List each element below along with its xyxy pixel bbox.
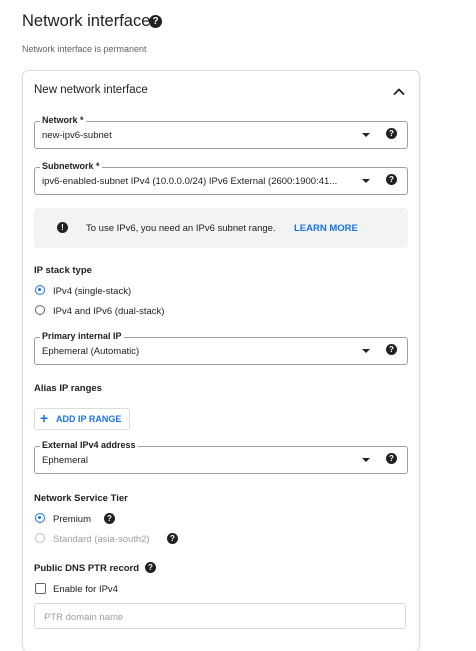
- ip-stack-heading: IP stack type: [34, 265, 92, 276]
- plus-icon: +: [40, 410, 49, 426]
- help-icon[interactable]: ?: [386, 128, 397, 139]
- external-ipv4-value: Ephemeral: [42, 455, 88, 466]
- enable-ipv4-checkbox[interactable]: [35, 583, 46, 594]
- add-ip-range-label: ADD IP RANGE: [56, 414, 122, 424]
- page-title: Network interfaces: [22, 12, 159, 30]
- dns-heading: Public DNS PTR record: [34, 563, 140, 574]
- info-icon: !: [57, 222, 68, 233]
- help-icon[interactable]: ?: [149, 15, 162, 28]
- checkbox-label: Enable for IPv4: [53, 584, 118, 595]
- help-icon[interactable]: ?: [167, 533, 178, 544]
- info-text: To use IPv6, you need an IPv6 subnet ran…: [86, 223, 276, 234]
- radio-label: Premium: [53, 514, 92, 525]
- alias-heading: Alias IP ranges: [34, 383, 102, 394]
- external-ipv4-select[interactable]: [34, 446, 408, 474]
- help-icon[interactable]: ?: [145, 562, 156, 573]
- subnetwork-value: ipv6-enabled-subnet IPv4 (10.0.0.0/24) I…: [42, 176, 338, 187]
- help-icon[interactable]: ?: [104, 513, 115, 524]
- radio-ipv4-ipv6-dual-stack[interactable]: [35, 305, 45, 315]
- page-subtitle: Network interface is permanent: [22, 44, 147, 54]
- subnetwork-label: Subnetwork *: [40, 161, 102, 171]
- dropdown-arrow-icon[interactable]: [362, 458, 370, 462]
- radio-label: Standard (asia-south2): [53, 534, 150, 545]
- radio-standard[interactable]: [35, 533, 45, 543]
- help-icon[interactable]: ?: [386, 344, 397, 355]
- learn-more-link[interactable]: LEARN MORE: [294, 223, 358, 234]
- help-icon[interactable]: ?: [386, 453, 397, 464]
- network-label: Network *: [40, 115, 86, 125]
- chevron-up-icon[interactable]: [391, 84, 407, 100]
- ptr-domain-placeholder: PTR domain name: [44, 612, 124, 623]
- radio-premium[interactable]: [35, 513, 45, 523]
- network-value: new-ipv6-subnet: [42, 130, 112, 141]
- radio-label: IPv4 and IPv6 (dual-stack): [53, 306, 165, 317]
- tier-heading: Network Service Tier: [34, 493, 128, 504]
- primary-ip-label: Primary internal IP: [40, 331, 124, 341]
- radio-label: IPv4 (single-stack): [53, 286, 132, 297]
- dropdown-arrow-icon[interactable]: [362, 133, 370, 137]
- help-icon[interactable]: ?: [386, 174, 397, 185]
- dropdown-arrow-icon[interactable]: [362, 179, 370, 183]
- card-title: New network interface: [34, 84, 148, 96]
- dropdown-arrow-icon[interactable]: [362, 349, 370, 353]
- radio-ipv4-single-stack[interactable]: [35, 285, 45, 295]
- primary-ip-value: Ephemeral (Automatic): [42, 346, 140, 357]
- external-ipv4-label: External IPv4 address: [40, 440, 138, 450]
